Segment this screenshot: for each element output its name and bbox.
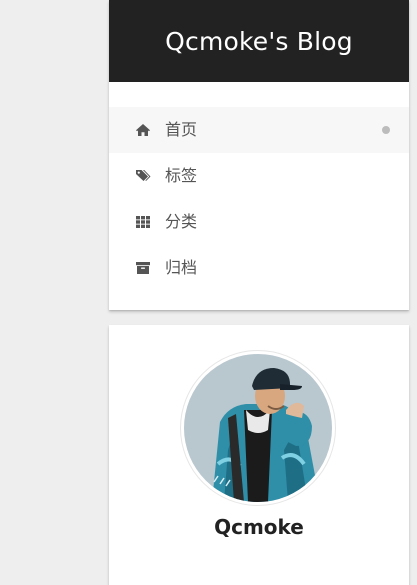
menu-label-categories: 分类 <box>165 212 198 231</box>
menu-item-categories[interactable]: 分类 <box>109 199 409 245</box>
menu-item-home[interactable]: 首页 <box>109 107 409 153</box>
avatar-frame <box>180 350 336 506</box>
th-icon <box>136 216 150 228</box>
author-name[interactable]: Qcmoke <box>109 515 409 539</box>
site-title[interactable]: Qcmoke's Blog <box>165 27 353 56</box>
menu-item-tags[interactable]: 标签 <box>109 153 409 199</box>
site-brand-header[interactable]: Qcmoke's Blog <box>109 0 409 82</box>
site-nav-card: Qcmoke's Blog 首页 标签 分类 归档 <box>109 0 409 310</box>
menu-label-tags: 标签 <box>165 166 198 185</box>
archive-icon <box>136 262 150 274</box>
site-menu: 首页 标签 分类 归档 <box>109 107 409 291</box>
home-icon <box>136 124 150 136</box>
tags-icon <box>136 170 151 181</box>
menu-label-home: 首页 <box>165 120 198 139</box>
active-indicator-dot <box>382 126 390 134</box>
author-profile-card: Qcmoke <box>109 325 409 585</box>
menu-label-archives: 归档 <box>165 258 198 277</box>
avatar[interactable] <box>184 354 332 502</box>
menu-item-archives[interactable]: 归档 <box>109 245 409 291</box>
